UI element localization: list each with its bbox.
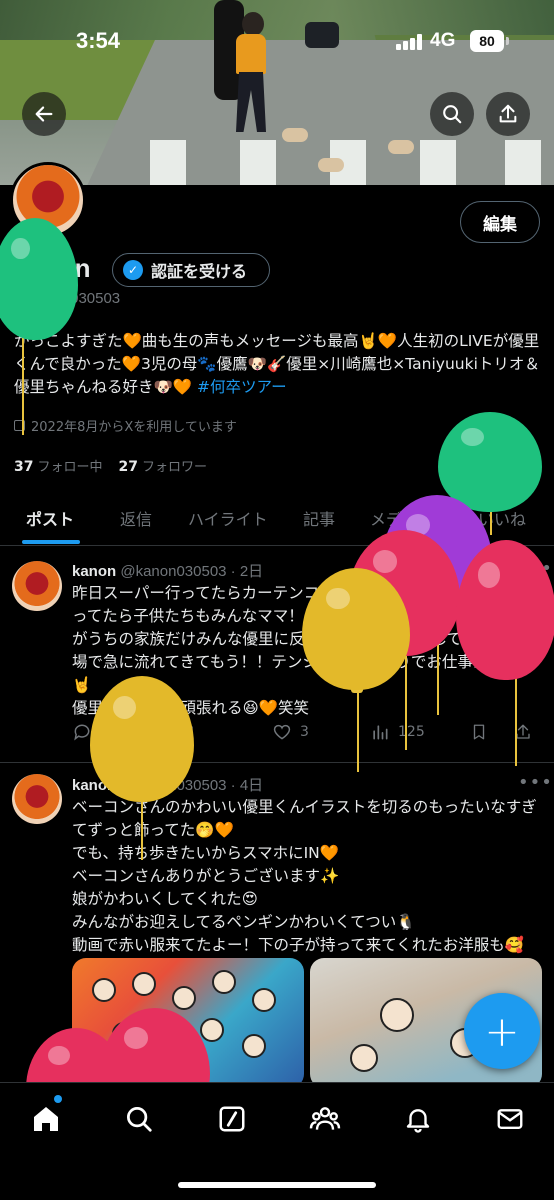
sticker-shape <box>200 1018 224 1042</box>
sticker-shape <box>132 972 156 996</box>
post-avatar[interactable] <box>12 774 62 824</box>
followers-label: フォロワー <box>141 460 207 475</box>
home-icon <box>34 1107 58 1131</box>
network-type: 4G <box>430 30 456 51</box>
get-verified-button[interactable]: ✓ 認証を受ける <box>112 253 270 287</box>
grok-icon <box>219 1106 245 1132</box>
signal-icon <box>396 34 424 50</box>
balloon-yellow <box>90 676 194 802</box>
dog <box>282 128 308 142</box>
balloon-string <box>515 678 517 766</box>
nav-messages[interactable] <box>493 1102 527 1136</box>
like-count: 3 <box>300 724 309 740</box>
follow-stats: 37 フォロー中 27 フォロワー <box>14 456 207 475</box>
crosswalk-stripe <box>240 140 276 185</box>
share-button[interactable] <box>486 92 530 136</box>
more-icon[interactable]: ••• <box>518 772 553 793</box>
views-count: 125 <box>398 724 425 740</box>
views-button[interactable]: 125 <box>370 722 425 742</box>
views-icon <box>373 725 388 740</box>
balloon-green <box>0 218 78 340</box>
reply-icon <box>74 724 90 741</box>
balloon-green <box>438 412 542 512</box>
sticker-shape <box>242 1034 266 1058</box>
sticker-shape <box>380 998 414 1032</box>
back-button[interactable] <box>22 92 66 136</box>
bookmark-icon <box>473 724 485 740</box>
tab-articles[interactable]: 記事 <box>303 506 335 530</box>
followers-link[interactable]: 27 フォロワー <box>119 456 208 475</box>
bio-hashtag[interactable]: #何卒ツアー <box>197 378 287 396</box>
tab-posts[interactable]: ポスト <box>26 506 74 530</box>
post-avatar[interactable] <box>12 561 62 611</box>
bookmark-button[interactable] <box>470 722 488 742</box>
active-tab-indicator <box>22 540 80 544</box>
balloon-yellow <box>302 568 410 690</box>
post-divider <box>0 762 554 763</box>
following-label: フォロー中 <box>37 460 103 475</box>
search-button[interactable] <box>430 92 474 136</box>
joined-text: 2022年8月からXを利用しています <box>31 420 237 435</box>
post-header: kanon @kanon030503 · 2日 <box>72 560 263 581</box>
tab-highlights[interactable]: ハイライト <box>188 506 268 530</box>
sticker-shape <box>252 988 276 1012</box>
post-author-name[interactable]: kanon <box>72 563 116 580</box>
balloon-string <box>141 800 143 860</box>
compose-button[interactable]: + <box>464 993 540 1069</box>
edit-profile-button[interactable]: 編集 <box>460 201 540 243</box>
search-icon <box>443 105 462 124</box>
dog <box>318 158 344 172</box>
followers-count: 27 <box>118 459 138 475</box>
get-verified-label: 認証を受ける <box>151 262 248 281</box>
balloon-string <box>22 335 24 435</box>
nav-communities[interactable] <box>308 1102 342 1136</box>
following-count: 37 <box>14 459 34 475</box>
post-handle-time: @kanon030503 · 2日 <box>120 563 264 580</box>
crosswalk-stripe <box>505 140 541 185</box>
battery-icon: 80 <box>470 30 509 52</box>
like-button[interactable]: 3 <box>272 722 309 742</box>
sticker-shape <box>92 978 116 1002</box>
messages-icon <box>497 1109 523 1129</box>
share-icon <box>499 104 517 123</box>
heart-icon <box>273 724 291 740</box>
sticker-shape <box>172 986 196 1010</box>
search-icon <box>127 1107 152 1132</box>
back-arrow-icon <box>35 106 53 122</box>
crosswalk-stripe <box>150 140 186 185</box>
following-link[interactable]: 37 フォロー中 <box>14 456 103 475</box>
profile-bio: かっこよすぎた🧡曲も生の声もメッセージも最高🤘🧡人生初のLIVEが優里くんで良か… <box>14 330 544 399</box>
nav-home[interactable] <box>29 1102 63 1136</box>
nav-search[interactable] <box>122 1102 156 1136</box>
nav-grok[interactable] <box>215 1102 249 1136</box>
status-time: 3:54 <box>76 28 121 53</box>
status-bar: 3:54 4G 80 <box>0 0 554 86</box>
verified-badge-icon: ✓ <box>123 260 143 280</box>
notifications-icon <box>406 1109 430 1133</box>
crosswalk-stripe <box>420 140 456 185</box>
joined-date: 2022年8月からXを利用しています <box>14 416 237 435</box>
sticker-shape <box>212 970 236 994</box>
communities-icon <box>309 1107 341 1130</box>
balloon-string <box>405 650 407 750</box>
tab-replies[interactable]: 返信 <box>120 506 152 530</box>
nav-notifications[interactable] <box>401 1102 435 1136</box>
sticker-shape <box>350 1044 378 1072</box>
dog <box>388 140 414 154</box>
balloon-string <box>357 688 359 772</box>
balloon-red <box>456 540 554 680</box>
home-indicator[interactable] <box>178 1182 376 1188</box>
